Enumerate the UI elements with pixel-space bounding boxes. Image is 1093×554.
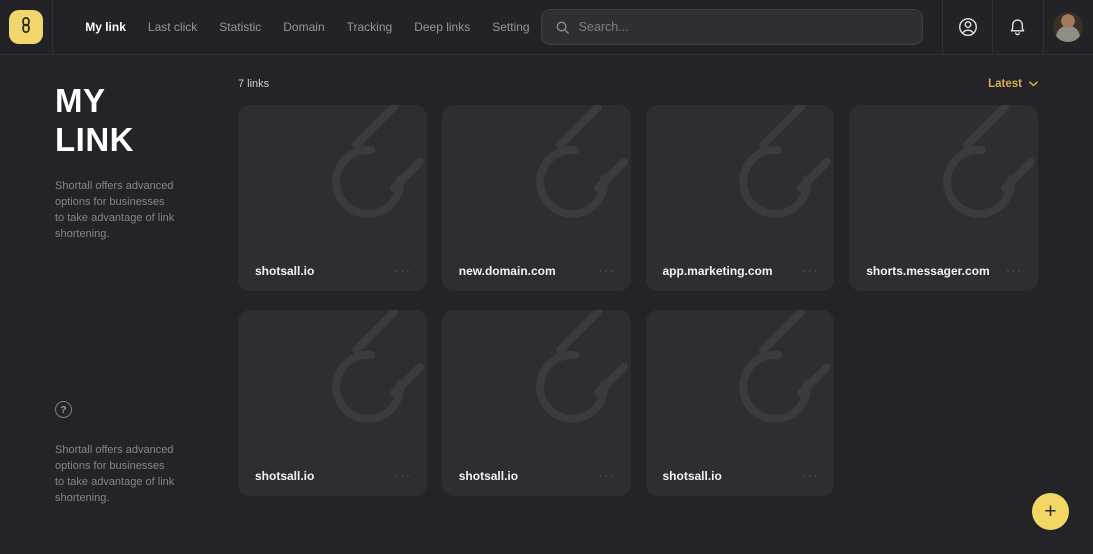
link-card[interactable]: shotsall.io ··· [646, 310, 835, 496]
nav-item-deep-links[interactable]: Deep links [403, 0, 481, 55]
link-watermark-icon [442, 310, 631, 460]
notifications-button[interactable] [992, 0, 1042, 54]
link-watermark-icon [849, 105, 1038, 255]
account-button[interactable] [942, 0, 992, 54]
card-domain: shotsall.io [255, 469, 314, 483]
user-circle-icon [957, 16, 979, 38]
main-content: 7 links Latest sho [238, 55, 1093, 554]
link-card[interactable]: shotsall.io ··· [238, 105, 427, 291]
nav-item-statistic[interactable]: Statistic [208, 0, 272, 55]
card-menu-button[interactable]: ··· [802, 473, 819, 479]
nav-item-setting[interactable]: Setting [481, 0, 540, 55]
card-footer: shorts.messager.com ··· [866, 264, 1023, 278]
list-toolbar: 7 links Latest [238, 76, 1038, 92]
card-domain: shotsall.io [663, 469, 722, 483]
card-footer: new.domain.com ··· [459, 264, 616, 278]
link-watermark-icon [238, 310, 427, 460]
link-card-grid: shotsall.io ··· new.domain.com ··· [238, 105, 1038, 496]
profile-cell[interactable] [1043, 0, 1093, 54]
link-watermark-icon [646, 310, 835, 460]
links-count: 7 links [238, 78, 269, 90]
link-card[interactable]: shotsall.io ··· [442, 310, 631, 496]
card-footer: shotsall.io ··· [663, 469, 820, 483]
link-watermark-icon [646, 105, 835, 255]
app-window: My link Last click Statistic Domain Trac… [0, 0, 1093, 554]
page-description: Shortall offers advanced options for bus… [55, 178, 175, 242]
search-icon [555, 20, 570, 35]
link-watermark-icon [442, 105, 631, 255]
question-mark-glyph: ? [60, 404, 66, 416]
link-card[interactable]: shorts.messager.com ··· [849, 105, 1038, 291]
page-title: MY LINK [55, 81, 185, 159]
card-footer: shotsall.io ··· [255, 469, 412, 483]
card-domain: shotsall.io [255, 264, 314, 278]
link-card[interactable]: app.marketing.com ··· [646, 105, 835, 291]
logo-cell [0, 0, 53, 54]
link-watermark-icon [238, 105, 427, 255]
help-icon[interactable]: ? [55, 401, 72, 418]
nav-item-last-click[interactable]: Last click [137, 0, 208, 55]
main-nav: My link Last click Statistic Domain Trac… [74, 0, 540, 55]
card-domain: new.domain.com [459, 264, 556, 278]
add-link-button[interactable]: + [1032, 493, 1069, 530]
link-card[interactable]: new.domain.com ··· [442, 105, 631, 291]
nav-item-tracking[interactable]: Tracking [336, 0, 404, 55]
card-menu-button[interactable]: ··· [802, 268, 819, 274]
sort-label: Latest [988, 78, 1022, 90]
chain-link-icon [17, 16, 35, 39]
plus-icon: + [1044, 500, 1056, 524]
app-logo[interactable] [9, 10, 43, 44]
card-domain: shotsall.io [459, 469, 518, 483]
help-description: Shortall offers advanced options for bus… [55, 442, 175, 506]
search-bar [541, 9, 923, 45]
top-navbar: My link Last click Statistic Domain Trac… [0, 0, 1093, 55]
card-menu-button[interactable]: ··· [599, 268, 616, 274]
card-domain: app.marketing.com [663, 264, 773, 278]
sidebar: MY LINK Shortall offers advanced options… [0, 55, 238, 554]
card-menu-button[interactable]: ··· [599, 473, 616, 479]
bell-icon [1007, 17, 1028, 38]
card-footer: shotsall.io ··· [255, 264, 412, 278]
user-avatar [1053, 12, 1083, 42]
card-footer: shotsall.io ··· [459, 469, 616, 483]
card-footer: app.marketing.com ··· [663, 264, 820, 278]
nav-item-domain[interactable]: Domain [272, 0, 335, 55]
card-menu-button[interactable]: ··· [395, 473, 412, 479]
card-menu-button[interactable]: ··· [1006, 268, 1023, 274]
search-input[interactable] [579, 20, 909, 34]
card-domain: shorts.messager.com [866, 264, 989, 278]
page-body: MY LINK Shortall offers advanced options… [0, 55, 1093, 554]
chevron-down-icon [1029, 81, 1038, 87]
nav-item-my-link[interactable]: My link [74, 0, 137, 55]
link-card[interactable]: shotsall.io ··· [238, 310, 427, 496]
help-block: ? Shortall offers advanced options for b… [55, 401, 238, 506]
card-menu-button[interactable]: ··· [395, 268, 412, 274]
sort-dropdown[interactable]: Latest [988, 78, 1038, 90]
